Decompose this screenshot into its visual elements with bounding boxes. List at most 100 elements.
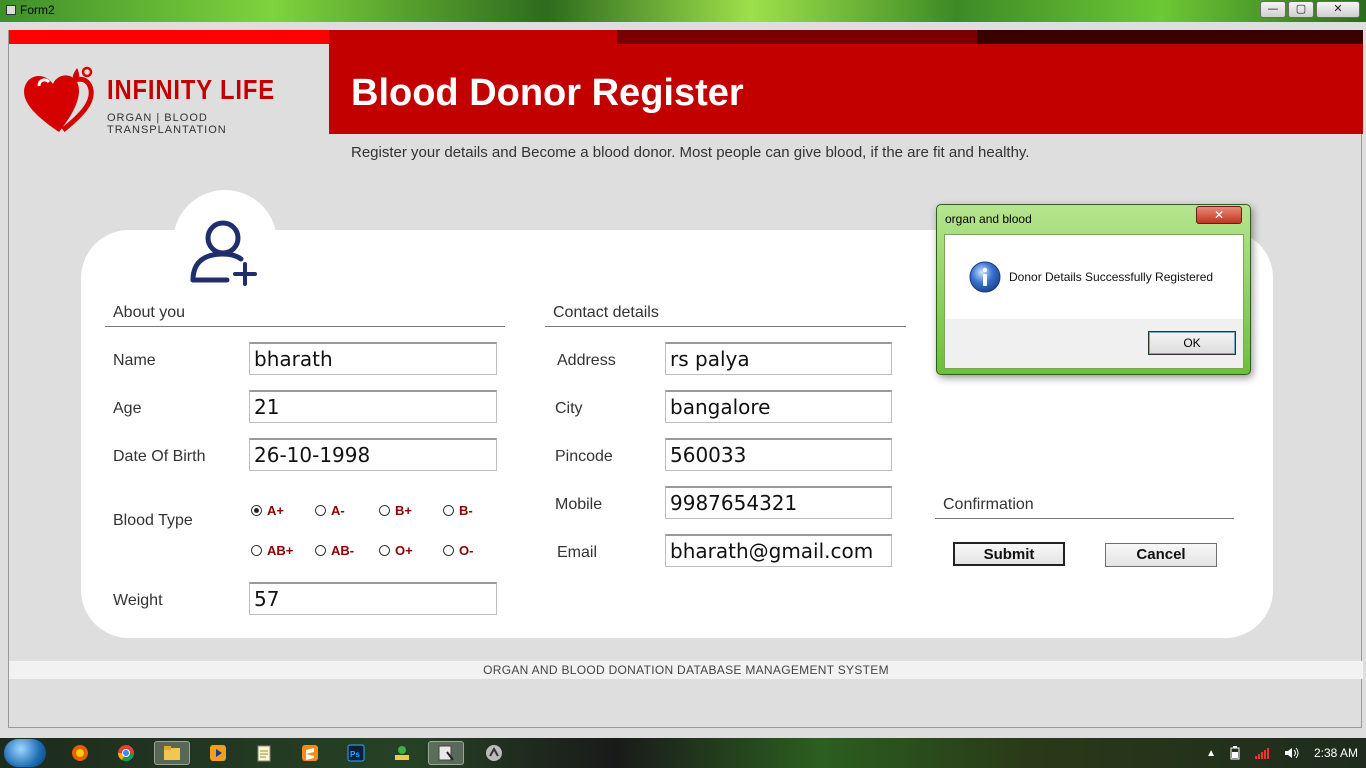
blood-type-radio-b-pos[interactable]: B+ — [379, 503, 412, 518]
firefox-icon[interactable] — [62, 741, 98, 765]
brand-tagline: ORGAN | BLOOD TRANSPLANTATION — [107, 112, 227, 136]
notepad-glyph-icon — [257, 745, 271, 762]
visual-studio-icon[interactable] — [476, 741, 512, 765]
play-icon — [210, 745, 226, 761]
radio-dot — [379, 545, 390, 556]
radio-dot — [315, 545, 326, 556]
radio-label: A- — [331, 503, 345, 518]
header-stripe-darker — [977, 30, 1363, 44]
radio-label: O- — [459, 543, 474, 558]
chrome-glyph-icon — [117, 745, 135, 762]
svg-text:Ps: Ps — [350, 750, 360, 759]
installer-icon[interactable] — [384, 741, 420, 765]
system-tray: ▲ 2:38 AM — [1206, 738, 1358, 768]
page-title: Blood Donor Register — [351, 72, 744, 114]
blood-type-radio-o-pos[interactable]: O+ — [379, 543, 413, 558]
radio-label: O+ — [395, 543, 413, 558]
address-label: Address — [557, 352, 616, 369]
confirmation-divider — [935, 518, 1234, 519]
show-hidden-icons-button[interactable]: ▲ — [1206, 748, 1216, 759]
photoshop-icon[interactable]: Ps — [338, 741, 374, 765]
blood-type-radio-o-neg[interactable]: O- — [443, 543, 473, 558]
email-field[interactable]: bharath@gmail.com — [665, 534, 892, 567]
top-accent-stripe — [9, 30, 329, 44]
address-field[interactable]: rs palya — [665, 342, 892, 375]
blood-type-radio-ab-neg[interactable]: AB- — [315, 543, 354, 558]
radio-label: B- — [459, 503, 473, 518]
clock[interactable]: 2:38 AM — [1314, 746, 1358, 760]
radio-dot — [315, 505, 326, 516]
blood-type-radio-a-pos[interactable]: A+ — [251, 503, 284, 518]
email-label: Email — [557, 544, 598, 561]
page-subtitle: Register your details and Become a blood… — [351, 144, 1030, 161]
confirmation-section-heading: Confirmation — [943, 496, 1034, 513]
about-divider — [105, 326, 505, 327]
mobile-field[interactable]: 9987654321 — [665, 486, 892, 519]
about-section-heading: About you — [113, 304, 186, 321]
dialog-title: organ and blood — [945, 212, 1032, 226]
window-app-icon — [6, 5, 16, 15]
blood-type-radio-ab-pos[interactable]: AB+ — [251, 543, 293, 558]
installer-glyph-icon — [395, 746, 409, 760]
weight-label: Weight — [113, 592, 163, 609]
dialog-close-button[interactable]: ✕ — [1196, 206, 1242, 224]
window-frame: Blood Donor Register INFINITY LIFE ORGAN… — [0, 22, 1366, 738]
battery-icon[interactable] — [1230, 746, 1240, 760]
submit-button[interactable]: Submit — [953, 542, 1065, 566]
contact-divider — [545, 326, 906, 327]
radio-dot — [379, 505, 390, 516]
brand-logo: INFINITY LIFE ORGAN | BLOOD TRANSPLANTAT… — [17, 60, 317, 140]
blood-type-label: Blood Type — [113, 512, 193, 529]
radio-label: B+ — [395, 503, 412, 518]
age-field[interactable]: 21 — [249, 390, 497, 423]
header-stripe-dark — [617, 30, 977, 44]
blood-type-radio-a-neg[interactable]: A- — [315, 503, 345, 518]
info-icon — [969, 261, 1001, 293]
dob-label: Date Of Birth — [113, 448, 206, 465]
sublime-glyph-icon — [302, 745, 318, 761]
name-label: Name — [113, 352, 156, 369]
mobile-label: Mobile — [555, 496, 603, 513]
close-button[interactable]: ✕ — [1316, 1, 1360, 18]
minimize-button[interactable]: — — [1260, 1, 1286, 18]
dialog-message: Donor Details Successfully Registered — [1009, 270, 1214, 284]
radio-dot — [443, 545, 454, 556]
taskbar: Ps ▲ 2:38 AM — [0, 738, 1366, 768]
blood-type-radio-b-neg[interactable]: B- — [443, 503, 473, 518]
chrome-icon[interactable] — [108, 741, 144, 765]
form-client-area: Blood Donor Register INFINITY LIFE ORGAN… — [8, 30, 1363, 728]
city-label: City — [555, 400, 583, 417]
dialog-body: Donor Details Successfully Registered OK — [944, 234, 1244, 369]
start-button[interactable] — [4, 739, 46, 767]
header-band: Blood Donor Register — [329, 30, 1363, 134]
explorer-icon[interactable] — [154, 741, 190, 765]
name-field[interactable]: bharath — [249, 342, 497, 375]
age-label: Age — [113, 400, 142, 417]
radio-label: AB- — [331, 543, 355, 558]
city-field[interactable]: bangalore — [665, 390, 892, 423]
dialog-ok-button[interactable]: OK — [1148, 331, 1236, 355]
folder-icon — [164, 746, 180, 760]
dob-field[interactable]: 26-10-1998 — [249, 438, 497, 471]
radio-dot — [251, 505, 262, 516]
add-user-icon — [190, 220, 257, 286]
notepad-icon[interactable] — [246, 741, 282, 765]
photoshop-glyph-icon: Ps — [347, 744, 365, 762]
window-titlebar[interactable]: Form2 — ▢ ✕ — [0, 0, 1366, 22]
sublime-icon[interactable] — [292, 741, 328, 765]
hearts-logo-icon — [24, 66, 94, 132]
weight-field[interactable]: 57 — [249, 582, 497, 615]
radio-dot — [251, 545, 262, 556]
firefox-glyph-icon — [72, 745, 88, 761]
network-signal-icon[interactable] — [1254, 746, 1270, 760]
cancel-button[interactable]: Cancel — [1105, 543, 1217, 567]
form-app-icon[interactable] — [428, 741, 464, 765]
pincode-field[interactable]: 560033 — [665, 438, 892, 471]
maximize-button[interactable]: ▢ — [1288, 1, 1314, 18]
radio-dot — [443, 505, 454, 516]
media-player-icon[interactable] — [200, 741, 236, 765]
footer-text: ORGAN AND BLOOD DONATION DATABASE MANAGE… — [483, 663, 889, 677]
message-dialog: organ and blood ✕ Donor Details Successf… — [936, 204, 1251, 375]
pincode-label: Pincode — [555, 448, 613, 465]
volume-icon[interactable] — [1284, 746, 1300, 760]
